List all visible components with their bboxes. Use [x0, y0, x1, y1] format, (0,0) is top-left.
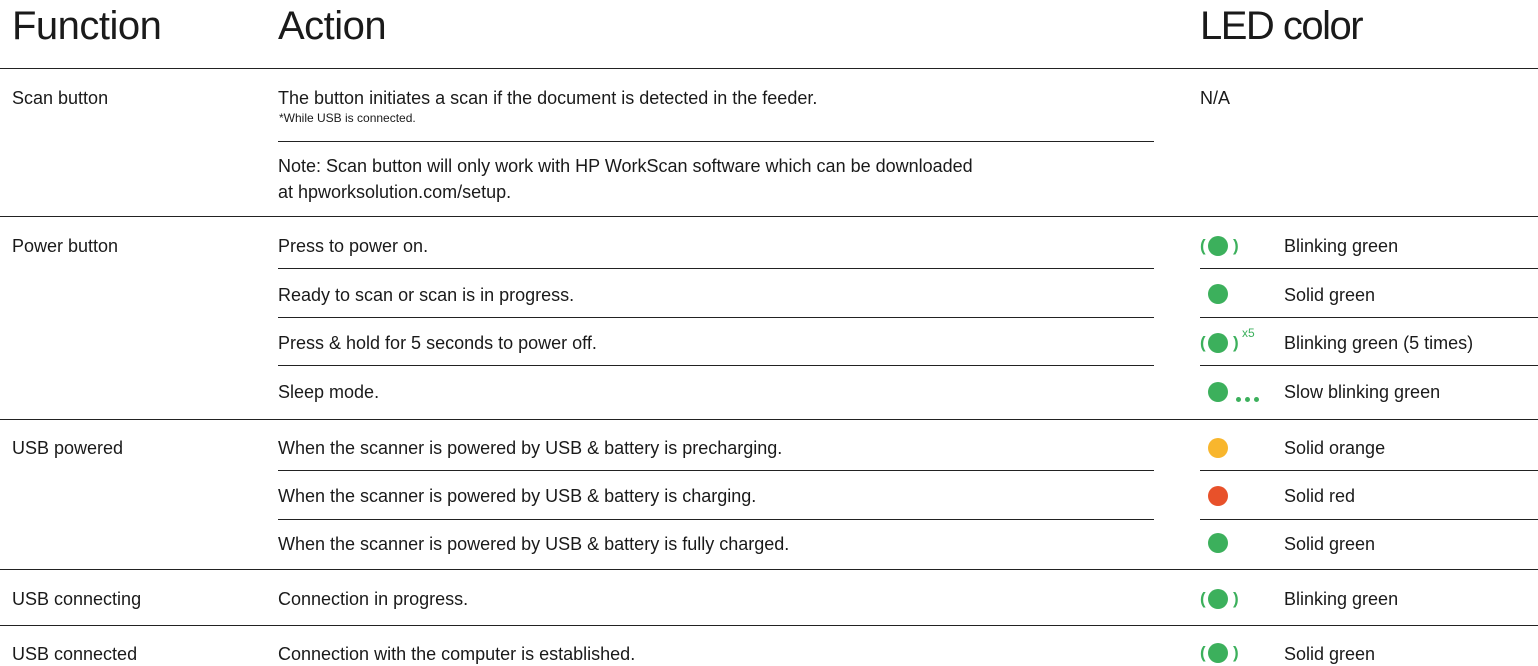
power-led-3: Blinking green (5 times) [1284, 333, 1474, 353]
row-divider [278, 365, 1154, 366]
section-divider [0, 419, 1538, 420]
power-led-1: Blinking green [1284, 236, 1399, 256]
usb-connected-action: Connection with the computer is establis… [278, 644, 636, 664]
usb-powered-action-2: When the scanner is powered by USB & bat… [278, 486, 757, 506]
row-divider [1200, 365, 1538, 366]
solid-green-icon [1208, 533, 1228, 553]
function-usb-connected: USB connected [12, 644, 138, 664]
power-action-4: Sleep mode. [278, 382, 380, 402]
x5-label: x5 [1242, 326, 1255, 340]
scan-action-text: The button initiates a scan if the docum… [278, 88, 818, 108]
function-power-button: Power button [12, 236, 119, 256]
usb-powered-action-1: When the scanner is powered by USB & bat… [278, 438, 783, 458]
header-divider [0, 68, 1538, 69]
solid-red-icon [1208, 486, 1228, 506]
scan-note-line-1: Note: Scan button will only work with HP… [278, 156, 973, 176]
power-action-3: Press & hold for 5 seconds to power off. [278, 333, 597, 353]
usb-powered-led-3: Solid green [1284, 534, 1376, 554]
solid-green-icon [1208, 284, 1228, 304]
section-divider [0, 216, 1538, 217]
row-divider [278, 317, 1154, 318]
section-divider [0, 569, 1538, 570]
row-divider [278, 141, 1154, 142]
usb-connecting-led: Blinking green [1284, 589, 1399, 609]
led-color-header: LED color [1200, 4, 1364, 48]
usb-powered-action-3: When the scanner is powered by USB & bat… [278, 534, 790, 554]
power-action-1: Press to power on. [278, 236, 429, 256]
function-header: Function [12, 4, 162, 48]
row-divider [1200, 268, 1538, 269]
row-divider [278, 470, 1154, 471]
usb-connected-led: Solid green [1284, 644, 1376, 664]
scan-footnote: *While USB is connected. [279, 111, 416, 125]
scan-note-line-2: at hpworksolution.com/setup. [278, 182, 512, 202]
row-divider [278, 519, 1154, 520]
row-divider [278, 268, 1154, 269]
power-led-4: Slow blinking green [1284, 382, 1441, 402]
row-divider [1200, 470, 1538, 471]
row-divider [1200, 519, 1538, 520]
solid-orange-icon [1208, 438, 1228, 458]
scan-led-text: N/A [1200, 88, 1231, 108]
function-usb-powered: USB powered [12, 438, 124, 458]
action-header: Action [278, 4, 387, 48]
usb-connecting-action: Connection in progress. [278, 589, 469, 609]
section-divider [0, 625, 1538, 626]
power-led-2: Solid green [1284, 285, 1376, 305]
power-action-2: Ready to scan or scan is in progress. [278, 285, 575, 305]
row-divider [1200, 317, 1538, 318]
usb-powered-led-1: Solid orange [1284, 438, 1386, 458]
usb-powered-led-2: Solid red [1284, 486, 1356, 506]
function-usb-connecting: USB connecting [12, 589, 142, 609]
function-scan-button: Scan button [12, 88, 109, 108]
